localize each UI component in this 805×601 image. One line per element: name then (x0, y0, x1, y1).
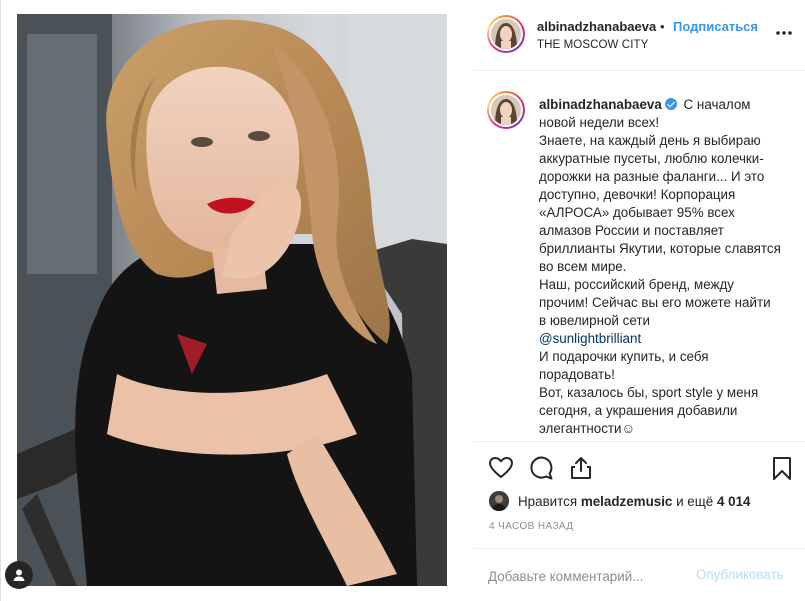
verified-badge-icon (664, 98, 677, 110)
comment-form: Опубликовать (474, 548, 805, 601)
mention-link[interactable]: @sunlightbrilliant (539, 331, 641, 346)
header-separator: • (660, 19, 665, 34)
likes-prefix: Нравится (518, 493, 578, 509)
author-username-link[interactable]: albinadzhanabaeva (537, 19, 656, 34)
post-timestamp[interactable]: 4 ЧАСОВ НАЗАД (489, 521, 573, 532)
location-link[interactable]: THE MOSCOW CITY (537, 39, 648, 51)
likes-middle: и ещё (676, 493, 714, 509)
caption-author-avatar[interactable] (487, 91, 525, 129)
author-avatar[interactable] (487, 15, 525, 53)
caption-body-2: И подарочки купить, и себя порадовать! В… (539, 349, 759, 436)
likes-summary: Нравится meladzemusic и ещё 4 014 (489, 490, 750, 512)
post-photo[interactable] (17, 14, 447, 586)
heart-icon[interactable] (488, 455, 514, 481)
post-photo-illustration (17, 14, 447, 586)
comment-icon[interactable] (528, 455, 554, 481)
liker-avatar[interactable] (489, 491, 509, 511)
share-icon[interactable] (568, 455, 594, 481)
post-sidebar: albinadzhanabaeva • Подписаться THE MOSC… (474, 0, 805, 601)
bookmark-icon[interactable] (769, 455, 795, 481)
instagram-post: albinadzhanabaeva • Подписаться THE MOSC… (0, 0, 805, 601)
follow-button[interactable]: Подписаться (673, 19, 758, 34)
caption-text: albinadzhanabaeva С началом новой недели… (539, 96, 781, 438)
post-actions (474, 443, 805, 493)
caption-section: albinadzhanabaeva С началом новой недели… (474, 72, 805, 442)
publish-button[interactable]: Опубликовать (696, 567, 784, 582)
liker-username-link[interactable]: meladzemusic (581, 494, 673, 509)
more-horizontal-icon[interactable] (774, 23, 794, 43)
post-header: albinadzhanabaeva • Подписаться THE MOSC… (474, 0, 805, 71)
likes-count-link[interactable]: 4 014 (717, 494, 751, 509)
caption-username-link[interactable]: albinadzhanabaeva (539, 97, 662, 112)
user-profile-icon[interactable] (5, 561, 33, 589)
comment-input[interactable] (488, 565, 688, 587)
caption-body-1: С началом новой недели всех! Знаете, на … (539, 97, 781, 328)
